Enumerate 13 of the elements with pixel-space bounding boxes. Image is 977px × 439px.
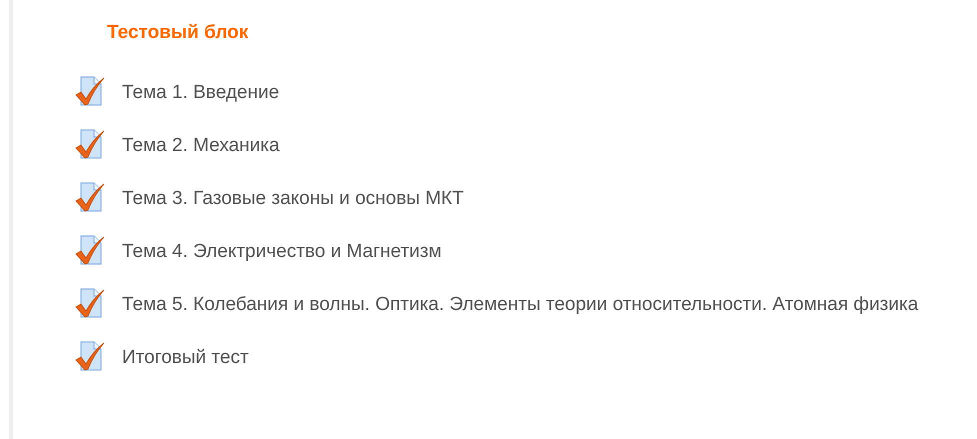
checked-document-icon [75,234,105,266]
activity-link[interactable]: Тема 4. Электричество и Магнетизм [122,241,442,262]
activity-link[interactable]: Тема 5. Колебания и волны. Оптика. Элементы теории относительности. Атомная физика [122,294,918,315]
activity-link[interactable]: Тема 1. Введение [122,82,280,103]
checked-document-icon [75,340,105,372]
activity-link[interactable]: Тема 2. Механика [122,135,280,156]
activity-link[interactable]: Тема 3. Газовые законы и основы МКТ [122,188,464,209]
activity-link[interactable]: Итоговый тест [122,347,249,368]
block-title: Тестовый блок [106,21,250,45]
checked-document-icon [75,128,105,160]
checked-document-icon [75,286,105,319]
checked-document-icon [75,74,105,107]
checked-document-icon [75,180,105,213]
